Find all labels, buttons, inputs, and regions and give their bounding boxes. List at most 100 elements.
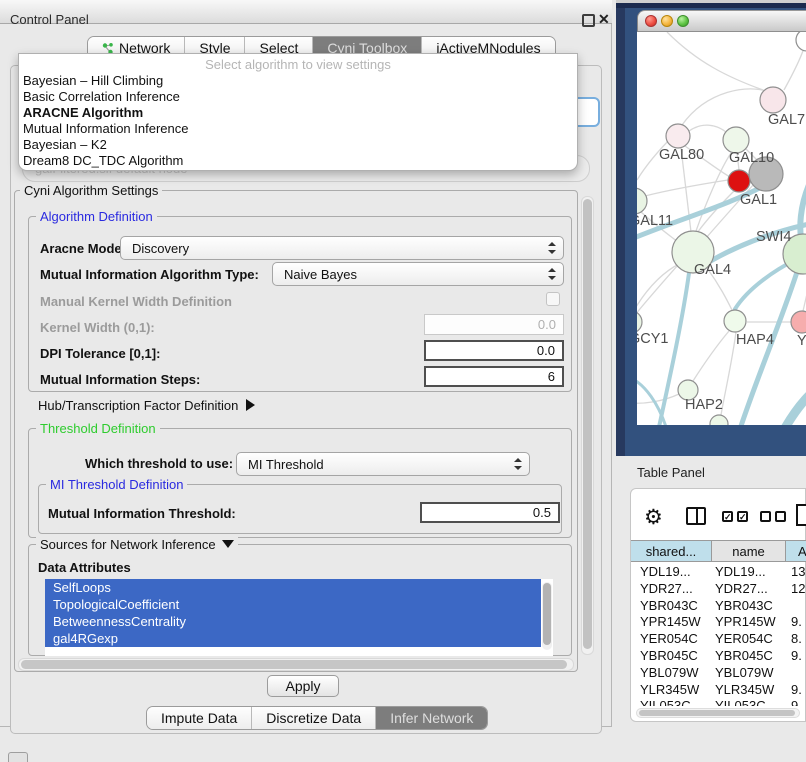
hub-tf-definition-toggle[interactable]: Hub/Transcription Factor Definition (38, 398, 255, 413)
table-header-name[interactable]: name (712, 540, 786, 562)
network-edge[interactable] (721, 332, 736, 415)
manual-kernel-width-checkbox[interactable] (546, 292, 560, 306)
mi-steps-field[interactable]: 6 (424, 366, 564, 387)
unchecked-checkbox-icon[interactable] (760, 511, 771, 522)
network-node[interactable] (724, 310, 746, 332)
data-attribute-item[interactable]: gal4RGexp (45, 630, 541, 647)
control-panel-titlebar[interactable] (0, 0, 612, 24)
network-node-label: HAP4 (736, 332, 774, 348)
algorithm-option[interactable]: Bayesian – K2 (19, 137, 577, 153)
algorithm-option[interactable]: Dream8 DC_TDC Algorithm (19, 153, 577, 169)
sources-group-title[interactable]: Sources for Network Inference (36, 537, 238, 552)
network-edge-highlighted[interactable] (785, 382, 806, 425)
kernel-width-field[interactable]: 0.0 (424, 314, 564, 335)
split-columns-icon[interactable] (686, 507, 706, 525)
table-cell: YBL079W (640, 665, 699, 680)
app-root: Control Panel ✕ NetworkStyleSelectCyni T… (0, 0, 806, 762)
settings-horizontal-scrollbar[interactable] (18, 658, 574, 671)
network-edge[interactable] (696, 153, 731, 231)
network-edge[interactable] (689, 125, 727, 133)
dpi-tolerance-field[interactable]: 0.0 (424, 340, 564, 361)
network-edge-highlighted[interactable] (637, 377, 667, 425)
manual-kernel-width-label: Manual Kernel Width Definition (40, 294, 232, 309)
table-cell: YIL053C (640, 698, 691, 706)
table-scrollbar-thumb[interactable] (639, 710, 795, 716)
data-attribute-item[interactable]: BetweennessCentrality (45, 613, 541, 630)
kernel-width-label: Kernel Width (0,1): (40, 320, 155, 335)
zoom-traffic-light[interactable] (677, 15, 689, 27)
float-window-icon[interactable] (582, 14, 595, 27)
table-row[interactable]: YBL079WYBL079W (631, 664, 806, 681)
algorithm-dropdown-placeholder: Select algorithm to view settings (19, 54, 577, 73)
network-node-label: SWI4 (756, 229, 791, 245)
network-edge[interactable] (667, 32, 763, 90)
apply-button[interactable]: Apply (267, 675, 339, 697)
table-row[interactable]: YBR043CYBR043C (631, 597, 806, 614)
close-icon[interactable]: ✕ (598, 11, 610, 28)
checked-checkbox-icon[interactable]: ✓ (722, 511, 733, 522)
algorithm-option[interactable]: Basic Correlation Inference (19, 89, 577, 105)
aracne-mode-select[interactable]: Discovery (120, 236, 564, 260)
network-edge[interactable] (637, 265, 678, 315)
minimize-traffic-light[interactable] (661, 15, 673, 27)
table-cell: YER054C (715, 631, 773, 646)
network-node-label: GAL80 (659, 147, 704, 163)
list-scrollbar-thumb[interactable] (543, 583, 551, 645)
network-node[interactable] (710, 415, 728, 425)
vertical-scrollbar-thumb[interactable] (583, 199, 592, 649)
network-node[interactable] (791, 311, 806, 333)
network-canvas[interactable]: GAL7GAL80GAL10GAL1GAL11SWI4GAL4GCY1HAP4Y… (637, 32, 806, 425)
network-node-label: GAL10 (729, 150, 774, 166)
algorithm-option[interactable]: Mutual Information Inference (19, 121, 577, 137)
table-cell: 12 (791, 581, 805, 596)
close-traffic-light[interactable] (645, 15, 657, 27)
stepper-arrows-icon (547, 242, 555, 254)
table-row[interactable]: YDR27...YDR27...12 (631, 580, 806, 597)
horizontal-scrollbar-thumb[interactable] (21, 660, 567, 669)
settings-vertical-scrollbar[interactable] (581, 196, 594, 655)
tab-impute-data[interactable]: Impute Data (147, 707, 252, 729)
list-scrollbar[interactable] (542, 582, 552, 650)
which-threshold-label: Which threshold to use: (85, 456, 233, 471)
mi-threshold-field[interactable]: 0.5 (420, 502, 560, 523)
table-cell: YIL053C (715, 698, 766, 706)
table-row[interactable]: YLR345WYLR345W9. (631, 681, 806, 698)
table-row[interactable]: YDL19...YDL19...13 (631, 563, 806, 580)
document-icon[interactable] (796, 504, 806, 526)
network-node[interactable] (760, 87, 786, 113)
table-row[interactable]: YIL053CYIL053C9. (631, 697, 806, 706)
network-edge[interactable] (784, 48, 804, 90)
data-attributes-list[interactable]: SelfLoopsTopologicalCoefficientBetweenne… (45, 579, 553, 656)
network-node-label: GAL4 (694, 262, 731, 278)
which-threshold-select[interactable]: MI Threshold (236, 452, 530, 476)
data-attribute-item[interactable]: SelfLoops (45, 579, 541, 596)
tab-infer-network[interactable]: Infer Network (376, 707, 487, 729)
network-node[interactable] (637, 311, 642, 333)
network-edge[interactable] (693, 331, 729, 381)
algorithm-list: Bayesian – Hill ClimbingBasic Correlatio… (19, 73, 577, 169)
network-node[interactable] (728, 170, 750, 192)
table-row[interactable]: YBR045CYBR045C9. (631, 647, 806, 664)
table-cell: 8. (791, 631, 802, 646)
desktop-left-strip (616, 8, 625, 456)
data-attribute-item[interactable]: TopologicalCoefficient (45, 596, 541, 613)
network-edge[interactable] (682, 89, 769, 125)
network-node[interactable] (666, 124, 690, 148)
dpi-tolerance-label: DPI Tolerance [0,1]: (40, 346, 160, 361)
algorithm-option[interactable]: ARACNE Algorithm (19, 105, 577, 121)
network-edge[interactable] (637, 394, 679, 403)
table-cell: 9. (791, 648, 802, 663)
tab-discretize-data[interactable]: Discretize Data (252, 707, 376, 729)
table-row[interactable]: YPR145WYPR145W9. (631, 613, 806, 630)
network-node[interactable] (637, 188, 647, 214)
table-header-partial[interactable]: A (786, 540, 806, 562)
algorithm-option[interactable]: Bayesian – Hill Climbing (19, 73, 577, 89)
mi-algorithm-type-select[interactable]: Naive Bayes (272, 262, 564, 286)
table-header-shared-name[interactable]: shared... (631, 540, 712, 562)
unchecked-checkbox-icon[interactable] (775, 511, 786, 522)
checked-checkbox-icon[interactable]: ✓ (737, 511, 748, 522)
table-horizontal-scrollbar[interactable] (636, 708, 800, 718)
network-node[interactable] (796, 32, 806, 51)
table-row[interactable]: YER054CYER054C8. (631, 630, 806, 647)
gear-icon[interactable]: ⚙ (644, 505, 663, 530)
